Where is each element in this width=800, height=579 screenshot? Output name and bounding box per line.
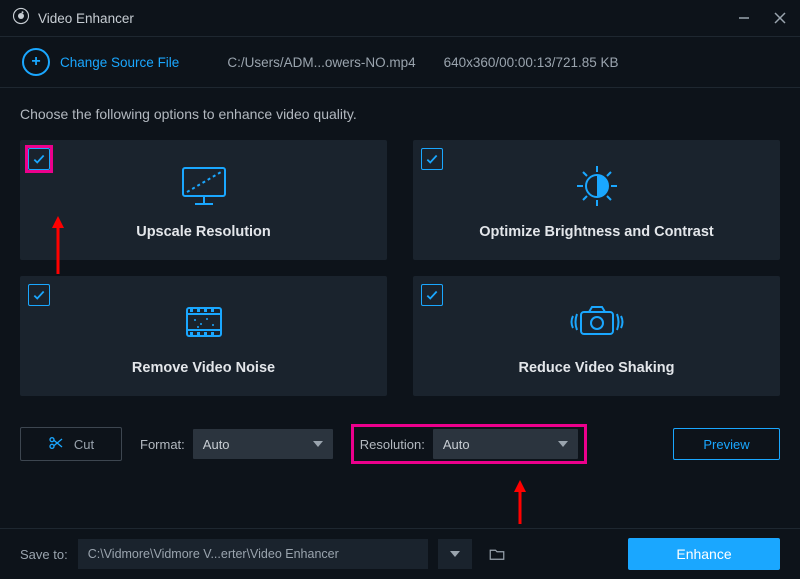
- card-label: Reduce Video Shaking: [518, 360, 674, 376]
- card-remove-noise[interactable]: Remove Video Noise: [20, 276, 387, 396]
- format-label: Format:: [140, 437, 185, 452]
- source-bar: + Change Source File C:/Users/ADM...ower…: [0, 37, 800, 88]
- save-path-text: C:\Vidmore\Vidmore V...erter\Video Enhan…: [88, 547, 339, 561]
- arrow-annotation: [510, 480, 530, 524]
- format-value: Auto: [203, 437, 230, 452]
- app-icon: [12, 7, 30, 30]
- card-optimize-brightness[interactable]: Optimize Brightness and Contrast: [413, 140, 780, 260]
- source-path: C:/Users/ADM...owers-NO.mp4: [227, 55, 415, 70]
- add-source-icon[interactable]: +: [22, 48, 50, 76]
- preview-label: Preview: [703, 437, 749, 452]
- film-noise-icon: [177, 292, 231, 352]
- chevron-down-icon: [450, 551, 460, 557]
- cut-button[interactable]: Cut: [20, 427, 122, 461]
- card-reduce-shaking[interactable]: Reduce Video Shaking: [413, 276, 780, 396]
- close-button[interactable]: [772, 10, 788, 26]
- card-upscale-resolution[interactable]: Upscale Resolution: [20, 140, 387, 260]
- format-field: Format: Auto: [140, 429, 333, 459]
- monitor-icon: [177, 156, 231, 216]
- highlight-annotation: [25, 145, 53, 173]
- checkbox-upscale[interactable]: [28, 148, 50, 170]
- enhancement-options: Upscale Resolution Optimize Brightness a…: [20, 140, 780, 396]
- checkbox-noise[interactable]: [28, 284, 50, 306]
- minimize-button[interactable]: [736, 10, 752, 26]
- window-title: Video Enhancer: [38, 11, 134, 26]
- resolution-value: Auto: [443, 437, 470, 452]
- source-meta: 640x360/00:00:13/721.85 KB: [444, 55, 619, 70]
- brightness-icon: [570, 156, 624, 216]
- open-folder-button[interactable]: [482, 539, 512, 569]
- footer-bar: Save to: C:\Vidmore\Vidmore V...erter\Vi…: [0, 528, 800, 579]
- save-path-dropdown[interactable]: [438, 539, 472, 569]
- arrow-annotation: [48, 216, 68, 274]
- camera-shake-icon: [567, 292, 627, 352]
- card-label: Upscale Resolution: [136, 224, 271, 240]
- save-path-display: C:\Vidmore\Vidmore V...erter\Video Enhan…: [78, 539, 428, 569]
- enhance-label: Enhance: [676, 546, 731, 562]
- enhance-button[interactable]: Enhance: [628, 538, 780, 570]
- change-source-link[interactable]: Change Source File: [60, 55, 179, 70]
- resolution-label: Resolution:: [360, 437, 425, 452]
- cut-label: Cut: [74, 437, 94, 452]
- card-label: Optimize Brightness and Contrast: [479, 224, 713, 240]
- chevron-down-icon: [313, 441, 323, 447]
- card-label: Remove Video Noise: [132, 360, 275, 376]
- title-bar: Video Enhancer: [0, 0, 800, 37]
- controls-row: Cut Format: Auto Resolution: Auto Previe…: [20, 424, 780, 464]
- instruction-text: Choose the following options to enhance …: [20, 106, 780, 122]
- save-to-label: Save to:: [20, 547, 68, 562]
- chevron-down-icon: [558, 441, 568, 447]
- scissors-icon: [48, 435, 64, 454]
- checkbox-shaking[interactable]: [421, 284, 443, 306]
- format-select[interactable]: Auto: [193, 429, 333, 459]
- resolution-select[interactable]: Auto: [433, 429, 578, 459]
- preview-button[interactable]: Preview: [673, 428, 780, 460]
- highlight-annotation: Resolution: Auto: [351, 424, 587, 464]
- checkbox-brightness[interactable]: [421, 148, 443, 170]
